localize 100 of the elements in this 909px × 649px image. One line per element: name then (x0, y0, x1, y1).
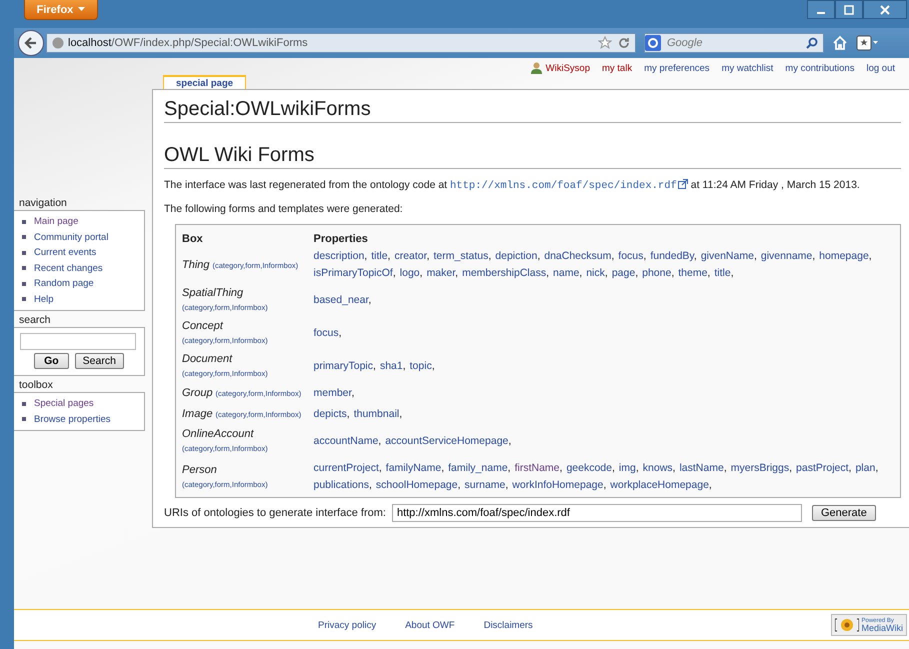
separator: , (635, 267, 638, 279)
property-link[interactable]: surname (464, 479, 506, 491)
property-link[interactable]: term_status (434, 250, 488, 262)
property-link[interactable]: dnaChecksum (544, 250, 612, 262)
search-field[interactable] (20, 333, 136, 350)
star-icon[interactable] (598, 36, 612, 50)
property-link[interactable]: workInfoHomepage (512, 479, 604, 491)
property-link[interactable]: membershipClass (462, 267, 546, 279)
property-link[interactable]: geekcode (566, 462, 612, 474)
minimize-button[interactable] (807, 0, 835, 19)
separator: , (432, 360, 435, 372)
property-link[interactable]: knows (642, 462, 673, 474)
generate-button[interactable]: Generate (812, 505, 876, 521)
footer-link[interactable]: About OWF (405, 620, 455, 630)
property-link[interactable]: publications (314, 479, 369, 491)
property-link[interactable]: givenName (700, 250, 754, 262)
property-link[interactable]: pastProject (796, 462, 849, 474)
separator: , (560, 462, 562, 474)
property-link[interactable]: sha1 (380, 360, 403, 372)
separator: , (346, 408, 350, 420)
property-link[interactable]: title (714, 267, 731, 279)
personal-link[interactable]: my talk (602, 62, 632, 74)
portlet-title: toolbox (18, 379, 54, 392)
property-link[interactable]: depiction (495, 250, 538, 262)
property-link[interactable]: title (371, 250, 388, 262)
page-tab[interactable]: special page (163, 75, 246, 89)
property-link[interactable]: theme (678, 267, 708, 279)
separator: , (351, 387, 354, 399)
property-link[interactable]: firstName (514, 462, 560, 474)
personal-link[interactable]: WikiSysop (546, 62, 590, 74)
property-link[interactable]: accountName (314, 435, 378, 447)
class-name: OnlineAccount (182, 428, 254, 440)
personal-link[interactable]: my contributions (785, 62, 854, 74)
footer-link[interactable]: Disclaimers (484, 620, 533, 630)
home-icon[interactable] (832, 35, 848, 51)
property-link[interactable]: description (314, 250, 364, 262)
bookmarks-icon[interactable] (856, 35, 878, 51)
sidebar-link[interactable]: Main page (34, 216, 78, 228)
browser-search-field[interactable]: Google (644, 33, 824, 53)
property-link[interactable]: myersBriggs (730, 462, 790, 474)
personal-link[interactable]: my watchlist (722, 62, 774, 74)
refresh-icon[interactable] (618, 37, 630, 49)
search-button[interactable]: Search (74, 353, 124, 369)
property-link[interactable]: isPrimaryTopicOf (314, 267, 393, 279)
property-link[interactable]: schoolHomepage (376, 479, 458, 491)
personal-link[interactable]: my preferences (644, 62, 710, 74)
uris-field[interactable]: http://xmlns.com/foaf/spec/index.rdf (392, 504, 802, 522)
property-link[interactable]: family_name (448, 462, 508, 474)
property-link[interactable]: logo (400, 267, 420, 279)
page-title: Special:OWLwikiForms (164, 98, 901, 123)
sidebar-link[interactable]: Recent changes (34, 262, 103, 274)
footer-link[interactable]: Privacy policy (318, 620, 376, 630)
property-link[interactable]: familyName (386, 462, 442, 474)
personal-link[interactable]: log out (866, 62, 895, 74)
property-link[interactable]: page (612, 267, 636, 279)
property-link[interactable]: img (618, 462, 636, 474)
sidebar-link[interactable]: Special pages (34, 398, 94, 410)
user-icon (530, 62, 542, 74)
portlet-title: search (18, 314, 52, 327)
back-arrow-icon (24, 36, 38, 50)
property-link[interactable]: maker (426, 267, 456, 279)
separator: , (508, 435, 512, 447)
class-name: Concept (182, 320, 223, 332)
property-link[interactable]: member (314, 387, 352, 399)
property-link[interactable]: accountServiceHomepage (385, 435, 508, 447)
property-link[interactable]: creator (394, 250, 427, 262)
property-link[interactable]: plan (855, 462, 876, 474)
property-link[interactable]: lastName (679, 462, 724, 474)
property-link[interactable]: thumbnail (354, 408, 400, 420)
sidebar-link[interactable]: Browse properties (34, 414, 111, 425)
sidebar-link[interactable]: Help (34, 294, 54, 305)
search-button[interactable]: Go (34, 353, 69, 369)
property-link[interactable]: focus (314, 327, 339, 339)
property-link[interactable]: depicts (314, 408, 347, 420)
property-link[interactable]: givenname (760, 250, 812, 262)
property-link[interactable]: primaryTopic (314, 360, 374, 372)
ontology-link[interactable]: http://xmlns.com/foaf/spec/index.rdf (450, 180, 688, 192)
close-button[interactable] (863, 0, 907, 19)
uris-label: URIs of ontologies to generate interface from: (164, 507, 386, 519)
search-icon[interactable] (806, 37, 818, 49)
property-link[interactable]: homepage (819, 250, 869, 262)
property-link[interactable]: focus (618, 250, 644, 262)
property-link[interactable]: name (553, 267, 580, 279)
class-name: Group (182, 387, 213, 399)
address-bar[interactable]: localhost/OWF/index.php/Special:OWLwikiForms (46, 33, 636, 53)
property-link[interactable]: topic (410, 360, 432, 372)
property-link[interactable]: phone (642, 267, 672, 279)
separator: , (392, 267, 396, 279)
maximize-button[interactable] (835, 0, 863, 19)
sidebar-link[interactable]: Current events (34, 247, 96, 258)
property-link[interactable]: workplaceHomepage (610, 479, 709, 491)
property-link[interactable]: currentProject (314, 462, 379, 474)
property-link[interactable]: fundedBy (650, 250, 694, 262)
close-icon (880, 4, 890, 14)
property-link[interactable]: nick (586, 267, 605, 279)
section-heading: OWL Wiki Forms (164, 144, 901, 169)
sidebar-link[interactable]: Community portal (34, 232, 108, 243)
back-button[interactable] (18, 30, 44, 56)
sidebar-link[interactable]: Random page (34, 278, 94, 290)
property-link[interactable]: based_near (314, 294, 368, 306)
